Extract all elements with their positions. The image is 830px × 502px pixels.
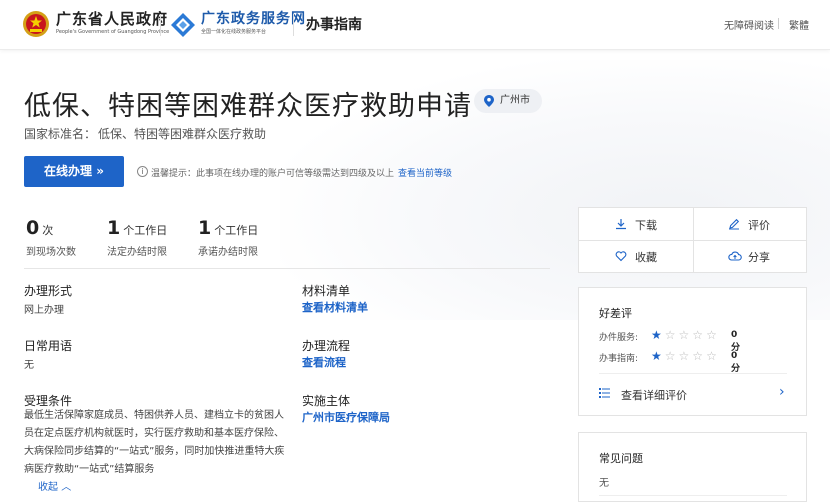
section-title: 办事指南: [306, 17, 362, 33]
process-title: 办理流程: [302, 339, 351, 353]
entity-link[interactable]: 广州市医疗保障局: [302, 409, 390, 425]
terms-title: 日常用语: [24, 339, 73, 353]
favorite-button[interactable]: 收藏: [615, 249, 657, 265]
method-title: 办理形式: [24, 284, 73, 298]
star-icon: ☆: [692, 349, 704, 363]
stat-label: 承诺办结时限: [198, 247, 258, 258]
detailed-review-link[interactable]: 查看详细评价: [621, 387, 687, 403]
stat-promised-time-limit: 1 个工作日 承诺办结时限: [198, 217, 258, 258]
gov-name[interactable]: 广东省人民政府: [56, 8, 168, 29]
service-name[interactable]: 广东政务服务网: [201, 8, 306, 28]
region-badge[interactable]: 广州市: [474, 89, 542, 113]
info-icon: i: [137, 166, 148, 177]
share-label: 分享: [748, 251, 770, 264]
entity-title: 实施主体: [302, 394, 351, 408]
guide-rating-row: 办事指南: ★ ☆ ☆ ☆ ☆ 0分: [599, 349, 740, 374]
divider: [579, 240, 806, 241]
service-logo-icon: [171, 13, 195, 37]
star-icon: ★: [651, 349, 662, 363]
star-icon: ☆: [692, 328, 704, 342]
gov-subtitle: People's Government of Guangdong Provinc…: [56, 29, 170, 35]
edit-icon: [729, 218, 740, 230]
service-rating-label: 办件服务:: [599, 333, 639, 343]
location-pin-icon: [484, 95, 494, 107]
stat-label: 到现场次数: [26, 247, 76, 258]
faq-panel: 常见问题 无: [578, 432, 807, 502]
stat-value: 0: [26, 217, 40, 239]
stat-unit: 次: [42, 224, 54, 237]
standard-name-label: 国家标准名：: [24, 127, 97, 141]
materials-title: 材料清单: [302, 284, 351, 298]
process-link[interactable]: 查看流程: [302, 354, 346, 370]
header-divider: [778, 18, 779, 29]
stat-legal-time-limit: 1 个工作日 法定办结时限: [107, 217, 167, 258]
check-level-link[interactable]: 查看当前等级: [398, 169, 452, 179]
chevron-right-icon[interactable]: ›: [779, 384, 785, 400]
service-score: 0分: [731, 330, 741, 353]
top-header: 广东省人民政府 People's Government of Guangdong…: [0, 0, 830, 50]
tip-message: 温馨提示：此事项在线办理的账户可信等级需达到四级及以上: [151, 169, 395, 179]
region-label: 广州市: [500, 95, 530, 106]
review-button[interactable]: 评价: [729, 217, 770, 233]
download-label: 下载: [635, 219, 657, 232]
rating-title: 好差评: [599, 307, 632, 320]
star-icon: ★: [651, 328, 662, 342]
online-apply-button[interactable]: 在线办理 »: [24, 156, 124, 187]
star-icon: ☆: [678, 328, 690, 342]
faq-value: 无: [599, 478, 609, 489]
divider: [24, 268, 550, 269]
guide-score: 0分: [731, 351, 741, 374]
service-rating-row: 办件服务: ★ ☆ ☆ ☆ ☆ 0分: [599, 328, 740, 353]
divider: [599, 373, 787, 374]
accessibility-link[interactable]: 无障碍阅读: [724, 17, 774, 32]
list-icon: [599, 388, 610, 398]
page-title: 低保、特困等困难群众医疗救助申请: [24, 91, 472, 122]
collapse-toggle[interactable]: 收起 ︿: [38, 478, 71, 493]
standard-name-value: 低保、特困等困难群众医疗救助: [98, 127, 267, 141]
action-panel: 下载 评价 收藏 分享: [578, 207, 807, 273]
review-label: 评价: [748, 219, 770, 232]
rating-panel: 好差评 办件服务: ★ ☆ ☆ ☆ ☆ 0分 办事指南: ★ ☆ ☆ ☆ ☆ 0分 查看详细评价…: [578, 287, 807, 416]
stat-onsite-visits: 0次 到现场次数: [26, 217, 76, 258]
share-button[interactable]: 分享: [728, 249, 770, 265]
star-icon: ☆: [664, 328, 676, 342]
star-icon: ☆: [706, 328, 717, 342]
faq-title: 常见问题: [599, 452, 643, 465]
stat-value: 1: [107, 217, 121, 239]
header-divider: [160, 14, 161, 36]
conditions-text: 最低生活保障家庭成员、特困供养人员、建档立卡的贫困人员在定点医疗机构就医时，实行…: [24, 410, 285, 475]
header-divider: [293, 14, 294, 36]
collapse-label: 收起: [38, 482, 58, 493]
divider: [599, 495, 787, 496]
heart-icon: [615, 251, 627, 262]
national-emblem-icon: [23, 11, 49, 37]
materials-link[interactable]: 查看材料清单: [302, 299, 368, 315]
cloud-share-icon: [728, 251, 742, 261]
star-icon: ☆: [664, 349, 676, 363]
guide-star-rating: ★ ☆ ☆ ☆ ☆: [651, 349, 720, 363]
stat-unit: 个工作日: [214, 224, 259, 237]
service-subtitle: 全国一体化在线政务服务平台: [201, 29, 267, 35]
download-button[interactable]: 下载: [616, 217, 657, 233]
traditional-chinese-link[interactable]: 繁體: [789, 17, 809, 32]
chevron-up-icon: ︿: [61, 482, 72, 493]
favorite-label: 收藏: [635, 251, 657, 264]
star-icon: ☆: [706, 349, 717, 363]
terms-value: 无: [24, 360, 34, 371]
stat-unit: 个工作日: [123, 224, 168, 237]
download-icon: [616, 219, 626, 230]
stat-label: 法定办结时限: [107, 247, 167, 258]
tip-text: 温馨提示：此事项在线办理的账户可信等级需达到四级及以上 查看当前等级: [151, 166, 452, 179]
stat-value: 1: [198, 217, 212, 239]
guide-rating-label: 办事指南:: [599, 354, 639, 364]
service-star-rating: ★ ☆ ☆ ☆ ☆: [651, 328, 720, 342]
star-icon: ☆: [678, 349, 690, 363]
method-value: 网上办理: [24, 305, 64, 316]
